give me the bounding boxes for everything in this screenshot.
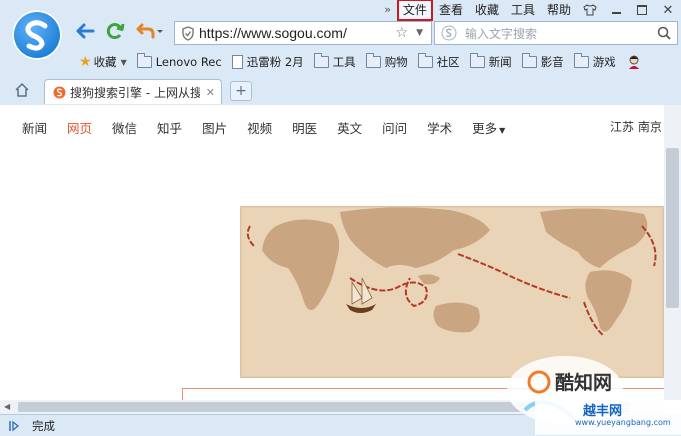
- favorites-label: 收藏: [93, 55, 117, 69]
- scroll-left-icon[interactable]: ◀: [4, 402, 10, 411]
- folder-icon: [136, 53, 152, 68]
- nav-english[interactable]: 英文: [337, 118, 362, 137]
- location-label[interactable]: 江苏 南京: [610, 118, 662, 135]
- close-icon[interactable]: ✕: [655, 1, 681, 19]
- menu-more-icon[interactable]: »: [378, 1, 397, 19]
- menu-favorites[interactable]: 收藏: [469, 1, 505, 19]
- nav-weixin[interactable]: 微信: [112, 118, 137, 137]
- search-icon[interactable]: [657, 26, 671, 40]
- watermark: 酷知网 越丰网 www.yueyangbang.com: [505, 350, 681, 435]
- watermark-brand-2: 越丰网: [583, 404, 623, 419]
- folder-icon: [573, 53, 589, 68]
- bookmark-tools[interactable]: 工具: [309, 53, 361, 70]
- menu-tools[interactable]: 工具: [505, 1, 541, 19]
- tab-close-icon[interactable]: ✕: [206, 86, 215, 99]
- bookmark-xunlei[interactable]: 迅雷粉 2月: [227, 54, 309, 70]
- back-icon[interactable]: [74, 20, 96, 42]
- bookmark-shopping[interactable]: 购物: [361, 53, 413, 70]
- secure-shield-icon[interactable]: [181, 25, 195, 41]
- bookmark-media[interactable]: 影音: [517, 53, 569, 70]
- bookmark-community[interactable]: 社区: [413, 53, 465, 70]
- sogou-favicon-icon: [53, 86, 66, 99]
- bookmark-lenovo[interactable]: Lenovo Rec: [132, 53, 227, 69]
- dropdown-icon: ▼: [499, 126, 506, 135]
- sidebar-toggle-icon[interactable]: [8, 420, 20, 432]
- vertical-scroll-thumb[interactable]: [666, 148, 679, 308]
- bookmark-favorites[interactable]: ★ 收藏 ▼: [74, 54, 132, 70]
- undo-icon[interactable]: [136, 20, 164, 42]
- menu-view[interactable]: 查看: [433, 1, 469, 19]
- folder-icon: [313, 53, 329, 68]
- bookmarks-bar: ★ 收藏 ▼ Lenovo Rec 迅雷粉 2月 工具 购物 社区 新闻 影音 …: [74, 51, 647, 73]
- page-icon: [231, 55, 243, 69]
- nav-web[interactable]: 网页: [67, 118, 92, 137]
- sogou-top-nav: 新闻 网页 微信 知乎 图片 视频 明医 英文 问问 学术 更多 ▼: [22, 118, 525, 137]
- folder-icon: [417, 53, 433, 68]
- nav-more[interactable]: 更多 ▼: [472, 118, 505, 137]
- tab-sogou[interactable]: 搜狗搜索引擎 - 上网从搜 ✕: [44, 79, 222, 104]
- title-bar: » 文件 查看 收藏 工具 帮助 ✕: [378, 0, 681, 21]
- nav-scholar[interactable]: 学术: [427, 118, 452, 137]
- nav-video[interactable]: 视频: [247, 118, 272, 137]
- nav-wenwen[interactable]: 问问: [382, 118, 407, 137]
- refresh-icon[interactable]: [104, 20, 126, 42]
- folder-icon: [469, 53, 485, 68]
- dropdown-icon: ▼: [120, 57, 127, 67]
- favorites-star-icon: ★: [79, 54, 92, 70]
- minimize-icon[interactable]: [603, 1, 629, 19]
- address-url[interactable]: https://www.sogou.com/: [195, 25, 396, 41]
- status-text: 完成: [32, 418, 55, 433]
- maximize-icon[interactable]: [629, 1, 655, 19]
- search-placeholder[interactable]: 输入文字搜索: [435, 25, 657, 42]
- bookmark-games[interactable]: 游戏: [569, 53, 621, 70]
- new-tab-button[interactable]: +: [230, 81, 252, 101]
- nav-medical[interactable]: 明医: [292, 118, 317, 137]
- folder-icon: [521, 53, 537, 68]
- folder-icon: [365, 53, 381, 68]
- user-avatar-icon[interactable]: [621, 54, 647, 70]
- search-box[interactable]: 输入文字搜索: [434, 21, 678, 45]
- skin-icon[interactable]: [577, 1, 603, 19]
- watermark-url: www.yueyangbang.com: [575, 418, 671, 427]
- nav-news[interactable]: 新闻: [22, 118, 47, 137]
- nav-zhihu[interactable]: 知乎: [157, 118, 182, 137]
- menu-help[interactable]: 帮助: [541, 1, 577, 19]
- bookmark-news[interactable]: 新闻: [465, 53, 517, 70]
- tab-title: 搜狗搜索引擎 - 上网从搜: [70, 85, 200, 100]
- search-engine-icon[interactable]: [441, 25, 457, 44]
- star-icon[interactable]: ☆: [396, 25, 409, 41]
- sogou-logo-icon[interactable]: [12, 10, 62, 60]
- watermark-brand: 酷知网: [555, 372, 613, 394]
- address-bar[interactable]: https://www.sogou.com/ ☆ ▼: [174, 21, 432, 45]
- home-icon[interactable]: [14, 82, 30, 101]
- menu-file[interactable]: 文件: [396, 0, 433, 21]
- dropdown-icon[interactable]: ▼: [416, 28, 423, 38]
- nav-images[interactable]: 图片: [202, 118, 227, 137]
